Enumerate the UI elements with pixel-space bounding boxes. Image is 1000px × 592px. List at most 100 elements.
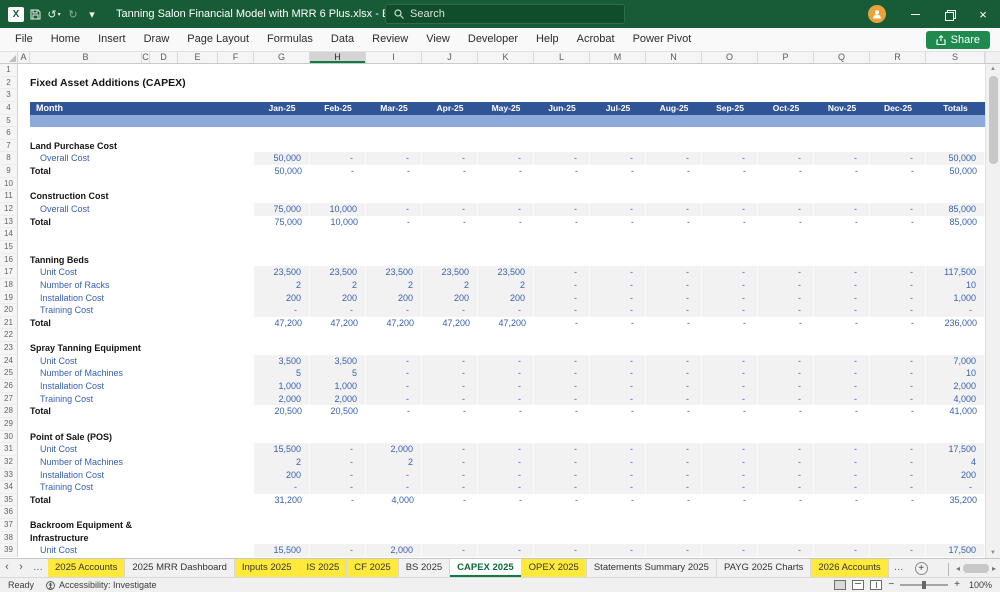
cell-J15[interactable] [422,241,478,254]
cell-M1[interactable] [590,64,646,77]
cell-G22[interactable] [254,329,310,342]
cell-R6[interactable] [870,127,926,140]
cell-S21[interactable]: 236,000 [926,317,985,330]
row-header-8[interactable]: 8 [0,152,18,166]
cell-S29[interactable] [926,418,985,431]
cell-B17[interactable]: Unit Cost [18,266,254,279]
cell-H31[interactable]: - [310,443,366,456]
column-header-B[interactable]: B [30,52,142,63]
cell-M23[interactable] [590,342,646,355]
cell-B21[interactable]: Total [18,317,254,330]
cell-O26[interactable]: - [702,380,758,393]
cell-K13[interactable]: - [478,216,534,229]
cell-H4[interactable]: Feb-25 [310,101,366,115]
cell-K20[interactable]: - [478,304,534,317]
cell-B27[interactable]: Training Cost [18,393,254,406]
cell-Q13[interactable]: - [814,216,870,229]
cell-R19[interactable]: - [870,291,926,305]
cell-S7[interactable] [926,140,985,153]
cell-B37[interactable]: Backroom Equipment & [18,519,254,532]
cell-S30[interactable] [926,431,985,444]
cell-P38[interactable] [758,532,814,545]
cell-J32[interactable]: - [422,455,478,469]
cell-O37[interactable] [702,519,758,532]
cell-G1[interactable] [254,64,310,77]
cell-P5[interactable] [758,114,814,128]
cell-Q35[interactable]: - [814,494,870,507]
cell-B16[interactable]: Tanning Beds [18,254,254,267]
cell-I4[interactable]: Mar-25 [366,101,422,115]
cell-S37[interactable] [926,519,985,532]
cell-L3[interactable] [534,89,590,102]
cell-G28[interactable]: 20,500 [254,405,310,418]
cell-L32[interactable]: - [534,455,590,469]
cell-G38[interactable] [254,532,310,545]
cell-J16[interactable] [422,254,478,267]
row-header-9[interactable]: 9 [0,165,18,178]
cell-H39[interactable]: - [310,544,366,557]
cell-H29[interactable] [310,418,366,431]
cell-R29[interactable] [870,418,926,431]
cell-H1[interactable] [310,64,366,77]
cell-K38[interactable] [478,532,534,545]
cell-L25[interactable]: - [534,367,590,381]
undo-icon[interactable]: ↺ ▾ [46,5,62,23]
cell-N12[interactable]: - [646,203,702,216]
cell-P21[interactable]: - [758,317,814,330]
cell-B30[interactable]: Point of Sale (POS) [18,431,254,444]
cell-O30[interactable] [702,431,758,444]
cell-K18[interactable]: 2 [478,278,534,292]
cell-O12[interactable]: - [702,203,758,216]
cell-J29[interactable] [422,418,478,431]
cell-P30[interactable] [758,431,814,444]
cell-P37[interactable] [758,519,814,532]
cell-S28[interactable]: 41,000 [926,405,985,418]
cell-O3[interactable] [702,89,758,102]
cell-R15[interactable] [870,241,926,254]
cell-P31[interactable]: - [758,443,814,456]
column-header-F[interactable]: F [218,52,254,63]
cell-L30[interactable] [534,431,590,444]
zoom-in-icon[interactable]: + [954,580,960,590]
row-header-33[interactable]: 33 [0,468,18,482]
cell-L10[interactable] [534,178,590,191]
cell-N9[interactable]: - [646,165,702,178]
cell-B14[interactable] [18,228,254,241]
cell-B28[interactable]: Total [18,405,254,418]
cell-G23[interactable] [254,342,310,355]
row-header-22[interactable]: 22 [0,329,18,343]
cell-I9[interactable]: - [366,165,422,178]
cell-M13[interactable]: - [590,216,646,229]
close-button[interactable]: × [966,0,1000,28]
cell-S13[interactable]: 85,000 [926,216,985,229]
cell-I33[interactable]: - [366,468,422,482]
ribbon-tab-acrobat[interactable]: Acrobat [568,28,624,51]
cell-L27[interactable]: - [534,392,590,406]
cell-G17[interactable]: 23,500 [254,266,310,279]
cell-Q31[interactable]: - [814,443,870,456]
cell-O23[interactable] [702,342,758,355]
cell-S35[interactable]: 35,200 [926,494,985,507]
row-header-29[interactable]: 29 [0,417,18,431]
cell-K3[interactable] [478,89,534,102]
cell-M20[interactable]: - [590,304,646,317]
page-break-view-icon[interactable] [870,580,883,590]
cell-G35[interactable]: 31,200 [254,494,310,507]
cell-S8[interactable]: 50,000 [926,152,985,166]
cell-Q21[interactable]: - [814,317,870,330]
cell-G8[interactable]: 50,000 [254,152,310,166]
cell-S16[interactable] [926,254,985,267]
cell-I16[interactable] [366,254,422,267]
cell-G12[interactable]: 75,000 [254,203,310,216]
cell-P33[interactable]: - [758,468,814,482]
cell-S39[interactable]: 17,500 [926,544,985,557]
search-box[interactable]: Search [385,4,625,24]
cell-B24[interactable]: Unit Cost [18,355,254,368]
cell-L19[interactable]: - [534,291,590,305]
cell-J20[interactable]: - [422,304,478,317]
sheet-tab-payg-2025-charts[interactable]: PAYG 2025 Charts [717,559,812,577]
cell-H3[interactable] [310,89,366,102]
cell-B2[interactable]: Fixed Asset Additions (CAPEX) [18,77,254,90]
cell-L16[interactable] [534,254,590,267]
sheet-tab-2025-mrr-dashboard[interactable]: 2025 MRR Dashboard [125,559,235,577]
